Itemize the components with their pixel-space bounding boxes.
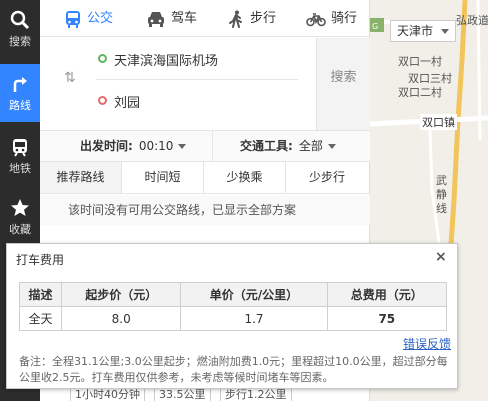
nav-route[interactable]: 路线	[0, 64, 40, 122]
map-label: 双口一村	[398, 55, 442, 68]
city-select[interactable]: 天津市	[390, 20, 456, 42]
star-icon	[11, 199, 29, 216]
nav-subway-label: 地铁	[9, 162, 31, 175]
walk-icon	[229, 10, 242, 28]
table-cell: 全天	[19, 306, 62, 331]
bus-icon	[66, 11, 80, 28]
tab-drive[interactable]: 驾车	[146, 0, 206, 37]
departure-time-label: 出发时间:	[80, 139, 133, 153]
tab-bike[interactable]: 骑行	[306, 0, 368, 37]
bike-icon	[306, 13, 326, 27]
car-icon	[148, 12, 164, 27]
tab-fewest-transfers[interactable]: 少换乘	[204, 162, 286, 193]
table-row: 全天 8.0 1.7 75	[19, 306, 448, 331]
route-inputs: ⇅ 天津滨海国际机场 刘园 搜索	[40, 38, 370, 130]
map-town-label: 双口镇	[420, 114, 457, 130]
map-label: 双口二村	[398, 86, 442, 99]
chevron-down-icon	[441, 29, 449, 34]
filter-divider	[212, 131, 213, 162]
tab-walk[interactable]: 步行	[228, 0, 288, 37]
nav-search[interactable]: 搜索	[0, 0, 40, 58]
tab-drive-label: 驾车	[171, 11, 198, 26]
start-dot-icon	[98, 54, 107, 63]
no-route-notice: 该时间没有可用公交路线，已显示全部方案	[40, 195, 370, 225]
popup-title: 打车费用	[16, 253, 65, 267]
route-divider	[96, 79, 298, 80]
tab-least-walking[interactable]: 少步行	[286, 162, 368, 193]
departure-time-value: 00:10	[138, 139, 174, 153]
tab-recommended[interactable]: 推荐路线	[40, 162, 122, 193]
table-cell: 75	[326, 306, 448, 331]
tab-bus-label: 公交	[87, 11, 114, 26]
transport-tool-label: 交通工具:	[240, 139, 293, 153]
search-icon	[10, 10, 30, 30]
header-cell: 总费用（元）	[326, 282, 448, 307]
tab-walk-label: 步行	[250, 11, 277, 26]
header-cell: 单价（元/公里）	[180, 282, 328, 307]
tab-shortest-time[interactable]: 时间短	[122, 162, 204, 193]
transport-mode-tabs: 公交 驾车 步行 骑行	[40, 0, 370, 37]
header-cell: 描述	[19, 282, 62, 307]
taxi-fare-popup: 打车费用 × 描述 起步价（元） 单价（元/公里） 总费用（元） 全天 8.0 …	[6, 243, 458, 389]
error-report-link[interactable]: 错误反馈	[403, 335, 451, 352]
end-dot-icon	[98, 96, 107, 105]
tab-bike-label: 骑行	[331, 11, 358, 26]
nav-subway[interactable]: 地铁	[0, 127, 40, 185]
end-point-field[interactable]: 刘园	[114, 92, 140, 111]
table-cell: 1.7	[180, 306, 328, 331]
transport-tool-value: 全部	[298, 139, 323, 153]
departure-time-select[interactable]: 出发时间: 00:10	[80, 131, 187, 162]
nav-favorites-label: 收藏	[9, 223, 31, 236]
nav-favorites[interactable]: 收藏	[0, 188, 40, 246]
map-label: 线	[436, 202, 447, 215]
route-icon	[13, 77, 27, 92]
fare-table: 描述 起步价（元） 单价（元/公里） 总费用（元） 全天 8.0 1.7 75	[19, 282, 448, 331]
map-label: 弘政道	[456, 14, 488, 27]
close-icon[interactable]: ×	[435, 249, 447, 265]
svg-text:G: G	[372, 22, 378, 31]
swap-direction-icon[interactable]: ⇅	[64, 70, 76, 86]
route-preference-tabs: 推荐路线 时间短 少换乘 少步行	[40, 162, 370, 194]
search-button[interactable]: 搜索	[316, 38, 370, 130]
nav-route-label: 路线	[9, 99, 31, 112]
transport-tool-select[interactable]: 交通工具: 全部	[240, 131, 336, 162]
tab-bus[interactable]: 公交	[64, 0, 124, 37]
chevron-down-icon	[178, 144, 187, 149]
filter-row: 出发时间: 00:10 交通工具: 全部	[40, 130, 370, 162]
subway-icon	[13, 139, 27, 157]
start-point-field[interactable]: 天津滨海国际机场	[114, 50, 218, 69]
header-cell: 起步价（元）	[60, 282, 182, 307]
nav-search-label: 搜索	[9, 35, 31, 48]
fare-note: 备注：全程31.1公里;3.0公里起步；燃油附加费1.0元；里程超过10.0公里…	[19, 355, 448, 384]
chevron-down-icon	[327, 144, 336, 149]
city-select-value: 天津市	[397, 24, 434, 38]
table-cell: 8.0	[60, 306, 182, 331]
fare-table-header: 描述 起步价（元） 单价（元/公里） 总费用（元）	[19, 282, 448, 307]
